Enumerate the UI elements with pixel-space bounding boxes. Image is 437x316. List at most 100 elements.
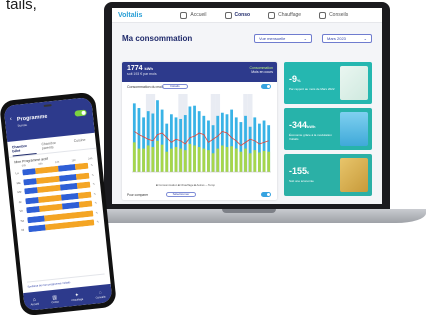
program-toggle[interactable] [74,109,87,117]
laptop-notch [222,209,276,213]
schedule-segment [37,184,61,194]
schedule-segment [36,175,60,184]
schedule-segment [38,194,62,203]
chart-bar-heating [142,148,145,172]
chart-legend: ■ Consommation ■ Chauffage ■ Autres ─ Te… [156,183,215,187]
period-select-value: Vue mensuelle [259,36,286,41]
edit-icon[interactable]: ✎ [91,191,96,196]
tile-text: Soit une économie [289,179,314,183]
schedule-segment [75,172,90,180]
person-image [340,112,368,146]
chart-details-pill[interactable]: Détails [162,84,188,89]
chart-label: Consommation du mois [127,85,164,89]
nav-item-accueil[interactable]: Accueil [180,11,207,19]
tile-comparison: -9% Par rapport au mois de Mars 2022 [284,62,372,104]
phone-screen: ‹ Programme Bureau Chambre bébé Chambre … [3,96,113,312]
compare-toggle[interactable] [261,192,271,197]
nav-label: Chauffage [278,12,302,18]
schedule-segment [62,201,80,210]
home-icon [180,11,188,19]
chart-bar-heating [207,150,210,172]
schedule-segment [78,200,93,208]
chart-bar-heating [174,147,178,172]
top-nav: Voltalis Accueil Conso Chauffage Conseil… [112,8,382,23]
chart-bar-heating [132,142,136,172]
product-image [340,66,368,100]
chart-bar-heating [151,147,155,172]
edit-icon[interactable]: ✎ [89,173,94,178]
nav-item-conseils[interactable]: Conseils [319,11,348,19]
phone-subtitle: Bureau [17,122,28,128]
schedule-segment [25,196,39,204]
tab-cuisine[interactable]: Cuisine [74,138,87,150]
chart-bar-heating [183,150,187,172]
compare-pill[interactable]: Sélectionner [166,192,196,197]
chart-bar-heating [230,146,234,172]
schedule-rows: Lu ✎ Ma ✎ Me ✎ Je ✎ Ve ✎ Sa ✎ Di ✎ [10,161,104,235]
page-title: Ma consommation [122,34,193,43]
chart-bar-heating [160,144,164,172]
main-content: Ma consommation Vue mensuelle ⌄ Mars 2023… [112,22,382,204]
nav-label: Conso [234,12,251,18]
chart-bar-heating [179,148,183,172]
bottom-nav-conseils[interactable]: ◌ Conseils [95,289,106,299]
schedule-segment [26,205,40,214]
month-select-value: Mars 2023 [327,36,346,41]
chart-bar-heating [137,148,141,172]
bulb-icon [319,11,327,19]
chart-bar-heating [267,151,271,172]
edit-icon[interactable]: ✎ [93,210,98,215]
bottom-nav-chauffage[interactable]: ✦ Chauffage [71,291,83,302]
chart-bar-heating [225,147,229,172]
schedule-segment [35,165,59,175]
edit-icon[interactable]: ✎ [92,201,97,206]
chart-bar-heating [165,151,169,172]
tile-value: -344kWh [289,120,316,130]
edit-icon[interactable]: ✎ [90,182,95,187]
schedule-segment [77,191,92,199]
chart-bar-heating [202,148,206,172]
compare-label: Pour comparer [127,193,149,197]
schedule-segment [27,215,45,223]
hour-tick: 00h [21,164,27,168]
chart-bar-heating [156,140,159,172]
chart-toggle[interactable] [261,84,271,89]
schedule-segment [39,203,63,212]
thermo-icon [268,11,276,19]
laptop-display: Voltalis Accueil Conso Chauffage Conseil… [112,8,382,204]
chart-bar-heating [211,153,215,172]
schedule-segment [61,192,79,201]
nav-item-chauffage[interactable]: Chauffage [268,11,302,19]
tile-text: Par rapport au mois de Mars 2022 [289,87,335,91]
consumption-card: 1774 kWh soit 193 € par mois Consommatio… [122,62,277,200]
back-arrow-icon[interactable]: ‹ [10,116,13,122]
bottom-nav-conso[interactable]: ▥ Conso [51,294,59,304]
edit-icon[interactable]: ✎ [94,220,99,225]
bottom-nav-accueil[interactable]: ⌂ Accueil [30,296,39,306]
period-select[interactable]: Vue mensuelle ⌄ [254,34,312,43]
schedule-segment [24,187,38,195]
nav-item-conso[interactable]: Conso [224,11,251,19]
chart-bar-heating [239,151,243,172]
chevron-down-icon: ⌄ [303,36,307,41]
hour-tick: 06h [38,162,43,166]
schedule-segment [76,181,91,189]
month-select[interactable]: Mars 2023 ⌄ [322,34,372,43]
edit-icon[interactable]: ✎ [88,163,93,168]
hour-tick: 24h [87,157,93,161]
chart-bar-heating [216,148,220,172]
consumption-chart [132,94,271,173]
tile-value: -155€ [289,166,310,176]
chart-bar-heating [258,152,261,172]
laptop-frame: Voltalis Accueil Conso Chauffage Conseil… [104,2,390,210]
schedule-segment [23,177,37,185]
caption-text: tails, [6,0,37,13]
tile-savings-euro: -155€ Soit une économie [284,154,372,196]
chart-bar-heating [197,147,201,172]
tile-text: Économie grâce à la modulation Voltalis [289,133,332,141]
phone-frame: ‹ Programme Bureau Chambre bébé Chambre … [0,91,118,316]
hour-tick: 18h [71,158,76,163]
schedule-segment [22,168,36,176]
plants-image [340,158,368,192]
chart-bar-heating [244,148,247,172]
